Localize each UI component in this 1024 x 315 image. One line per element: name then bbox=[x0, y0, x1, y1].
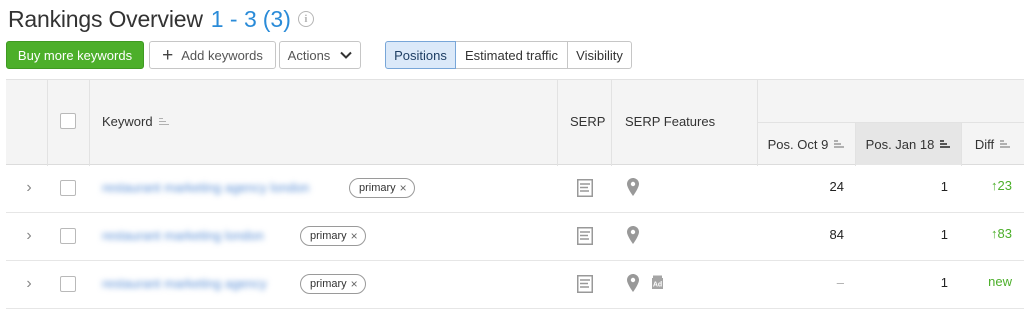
expand-row-icon[interactable]: › bbox=[22, 227, 36, 245]
keyword-link[interactable]: restaurant marketing london bbox=[102, 228, 264, 244]
tag-badge: primary × bbox=[300, 226, 366, 246]
select-all-checkbox[interactable] bbox=[60, 113, 76, 129]
serp-snapshot-icon[interactable] bbox=[577, 227, 593, 245]
tab-estimated-traffic[interactable]: Estimated traffic bbox=[455, 41, 568, 69]
diff-value: ↑23 bbox=[991, 178, 1012, 193]
table-row: › restaurant marketing agency london pri… bbox=[6, 165, 1024, 213]
serp-snapshot-icon[interactable] bbox=[577, 275, 593, 293]
page-header: Rankings Overview 1 - 3 (3) i bbox=[8, 4, 314, 34]
sort-icon[interactable] bbox=[1000, 140, 1011, 148]
remove-tag-icon[interactable]: × bbox=[351, 229, 358, 243]
serp-snapshot-icon[interactable] bbox=[577, 179, 593, 197]
pos-jan-value: 1 bbox=[940, 275, 948, 290]
tab-visibility[interactable]: Visibility bbox=[567, 41, 632, 69]
table-row: › restaurant marketing london primary × … bbox=[6, 213, 1024, 261]
rankings-table: Keyword SERP SERP Features Pos. Oct 9 Po… bbox=[6, 79, 1024, 315]
result-count: (3) bbox=[262, 5, 291, 32]
tag-label: primary bbox=[359, 182, 396, 194]
remove-tag-icon[interactable]: × bbox=[351, 277, 358, 291]
table-header: Keyword SERP SERP Features Pos. Oct 9 Po… bbox=[6, 79, 1024, 166]
column-diff-label: Diff bbox=[974, 136, 995, 152]
tag-label: primary bbox=[310, 230, 347, 242]
map-pin-icon bbox=[627, 226, 639, 244]
row-checkbox[interactable] bbox=[60, 276, 76, 292]
tag-badge: primary × bbox=[300, 274, 366, 294]
sort-icon[interactable] bbox=[834, 140, 845, 148]
column-pos-jan-label: Pos. Jan 18 bbox=[865, 136, 935, 152]
column-serp: SERP bbox=[570, 114, 606, 129]
sort-icon-active[interactable] bbox=[940, 140, 951, 148]
pos-oct-value: – bbox=[836, 275, 844, 290]
result-range: 1 - 3 bbox=[210, 5, 257, 32]
view-segmented-control: Positions Estimated traffic Visibility bbox=[385, 41, 632, 69]
table-row: › restaurant marketing agency primary × … bbox=[6, 261, 1024, 309]
row-checkbox[interactable] bbox=[60, 180, 76, 196]
sort-icon[interactable] bbox=[158, 117, 170, 126]
actions-label: Actions bbox=[287, 47, 331, 63]
map-pin-icon bbox=[627, 178, 639, 196]
pos-oct-value: 84 bbox=[829, 227, 844, 242]
svg-text:Ad: Ad bbox=[653, 282, 662, 289]
buy-more-keywords-button[interactable]: Buy more keywords bbox=[6, 41, 144, 69]
tag-badge: primary × bbox=[349, 178, 415, 198]
page-title: Rankings Overview bbox=[8, 5, 203, 32]
keyword-link[interactable]: restaurant marketing agency bbox=[102, 276, 267, 292]
expand-row-icon[interactable]: › bbox=[22, 179, 36, 197]
ad-icon: Ad bbox=[652, 275, 663, 289]
row-checkbox[interactable] bbox=[60, 228, 76, 244]
column-pos-oct-label: Pos. Oct 9 bbox=[767, 136, 829, 152]
plus-icon: + bbox=[162, 44, 174, 66]
map-pin-icon bbox=[627, 274, 639, 292]
tag-label: primary bbox=[310, 278, 347, 290]
pos-jan-value: 1 bbox=[940, 227, 948, 242]
diff-value: ↑83 bbox=[991, 226, 1012, 241]
column-diff[interactable]: Diff bbox=[962, 123, 1024, 165]
toolbar: Buy more keywords + Add keywords Actions… bbox=[6, 41, 1016, 69]
expand-row-icon[interactable]: › bbox=[22, 275, 36, 293]
keyword-link[interactable]: restaurant marketing agency london bbox=[102, 180, 309, 196]
column-pos-jan[interactable]: Pos. Jan 18 bbox=[856, 123, 961, 165]
chevron-down-icon bbox=[340, 51, 353, 59]
add-keywords-button[interactable]: + Add keywords bbox=[149, 41, 276, 69]
remove-tag-icon[interactable]: × bbox=[400, 181, 407, 195]
column-pos-oct[interactable]: Pos. Oct 9 bbox=[758, 123, 855, 165]
diff-value: new bbox=[988, 274, 1012, 289]
pos-oct-value: 24 bbox=[829, 179, 844, 194]
add-keywords-label: Add keywords bbox=[181, 47, 263, 63]
column-serp-features: SERP Features bbox=[625, 114, 716, 129]
pos-jan-value: 1 bbox=[940, 179, 948, 194]
actions-dropdown[interactable]: Actions bbox=[279, 41, 361, 69]
column-keyword[interactable]: Keyword bbox=[102, 114, 170, 129]
column-keyword-label: Keyword bbox=[102, 114, 153, 129]
tab-positions[interactable]: Positions bbox=[385, 41, 456, 69]
info-icon[interactable]: i bbox=[297, 11, 314, 27]
